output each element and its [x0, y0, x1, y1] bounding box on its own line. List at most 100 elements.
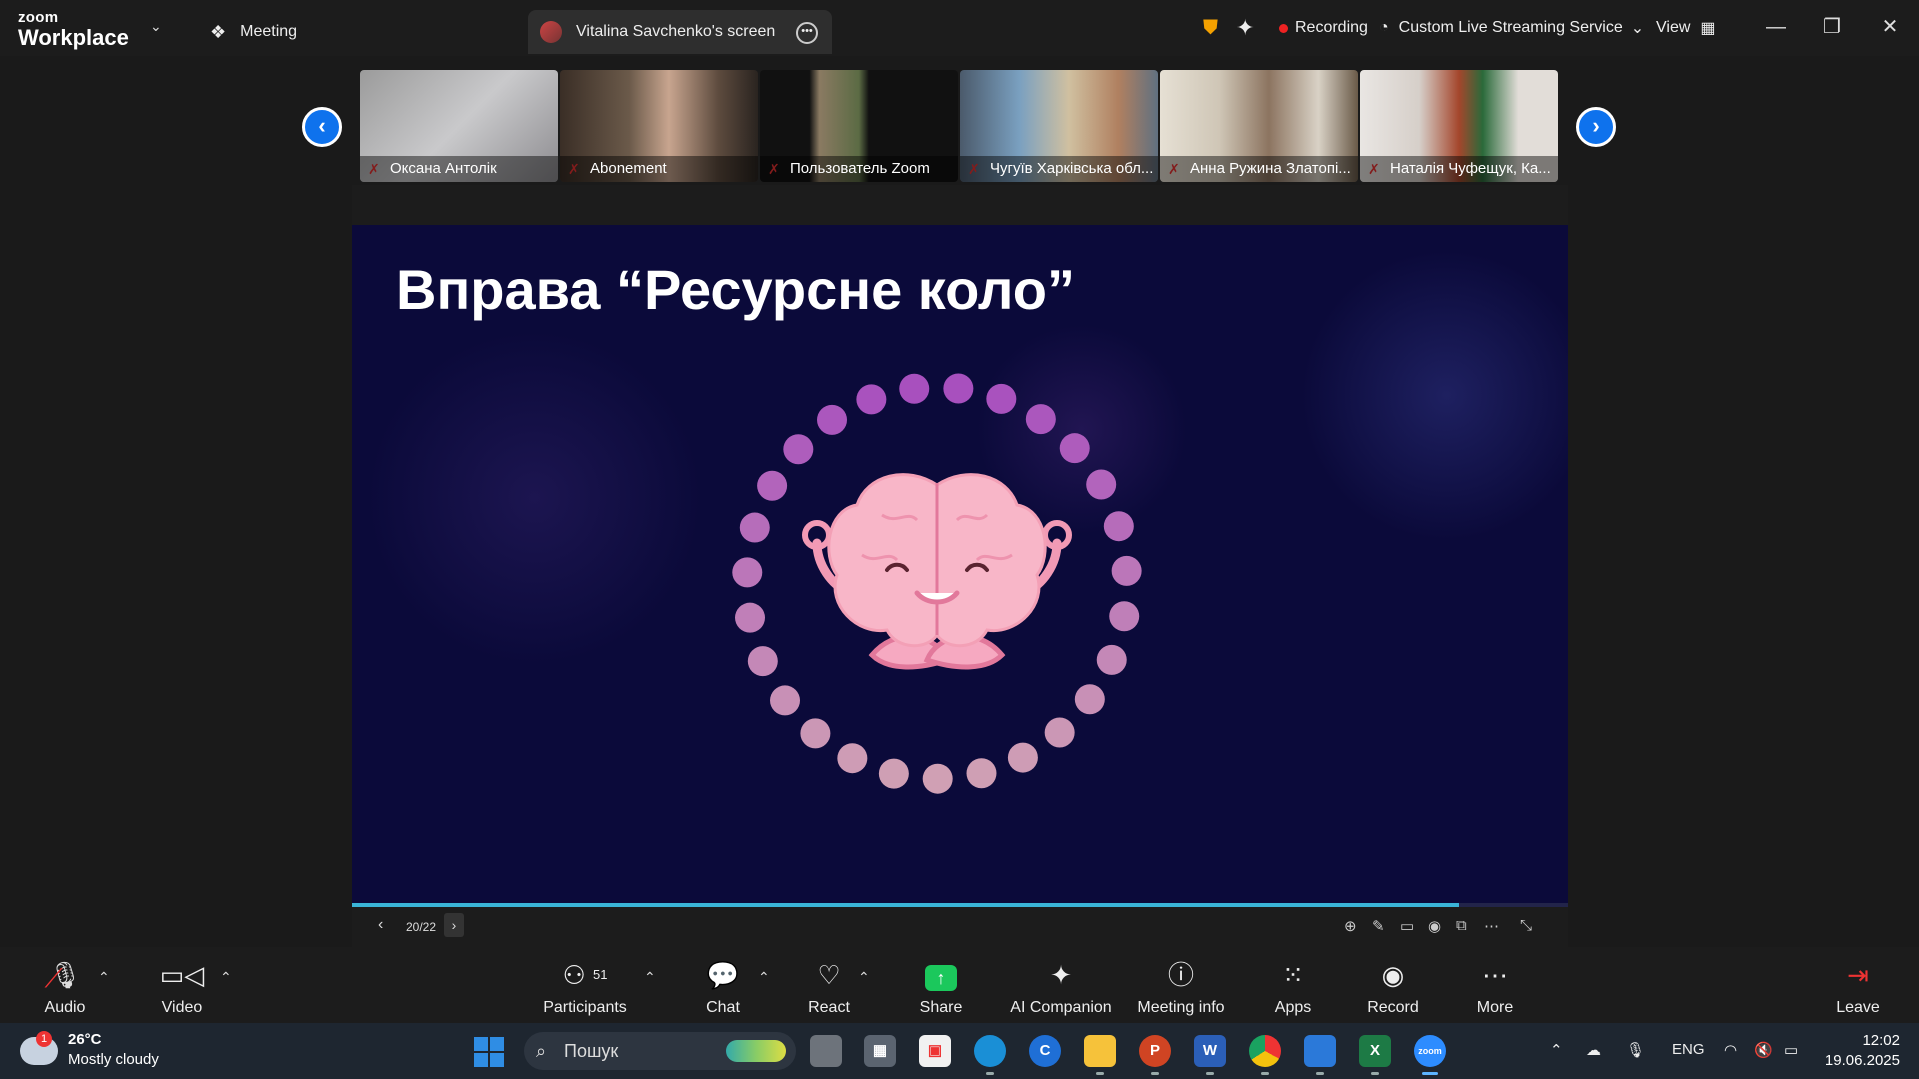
edge-icon[interactable] [974, 1035, 1006, 1075]
view-button[interactable]: View ▦ [1656, 14, 1716, 42]
leave-button[interactable]: ⇥ Leave [1803, 957, 1913, 1017]
battery-icon[interactable]: ▭ [1784, 1041, 1798, 1059]
more-icon[interactable]: ••• [796, 22, 818, 44]
recording-indicator[interactable]: Recording [1279, 14, 1368, 42]
logo-line2: Workplace [18, 25, 129, 50]
record-icon: ◉ [1381, 960, 1405, 990]
prev-slide-button[interactable]: ‹ [378, 916, 383, 934]
participant-name: Пользователь Zoom [760, 156, 958, 182]
participants-count: 51 [593, 967, 608, 982]
ai-sparkle-icon[interactable]: ✦ [1236, 14, 1254, 42]
participant-name: Оксана Антолік [360, 156, 558, 182]
captions-icon[interactable]: ▭ [1400, 917, 1414, 935]
exit-fullscreen-icon[interactable]: ⤡ [1520, 917, 1532, 934]
ai-companion-button[interactable]: ✦ AI Companion [1006, 957, 1116, 1017]
chrome-icon[interactable] [1249, 1035, 1281, 1075]
react-label: React [808, 999, 850, 1016]
zoom-logo[interactable]: zoom Workplace [18, 10, 129, 49]
live-stream-indicator[interactable]: ◔ Custom Live Streaming Service ⌄ [1379, 14, 1644, 42]
taskbar-search[interactable]: ⌕ Пошук [524, 1032, 796, 1070]
presentation-slide: Вправа “Ресурсне коло” [352, 225, 1568, 907]
circle-dot [739, 512, 770, 543]
tab-screen-label: Vitalina Savchenko's screen [576, 23, 776, 40]
word-icon[interactable]: W [1194, 1035, 1226, 1075]
slide-page-indicator: 20/22 [406, 920, 437, 934]
annotate-icon[interactable]: ✎ [1372, 917, 1385, 935]
meeting-info-button[interactable]: ⓘ Meeting info [1126, 957, 1236, 1017]
skype-icon[interactable]: C [1029, 1035, 1061, 1067]
video-options-chevron[interactable]: ⌃ [220, 969, 232, 986]
tab-meeting[interactable]: ❖ Meeting [210, 10, 297, 54]
next-gallery-button[interactable]: › [1576, 107, 1616, 147]
audio-button[interactable]: 🎙 ⟋ Audio [10, 957, 120, 1017]
powerpoint-icon[interactable]: P [1139, 1035, 1171, 1075]
apps-button[interactable]: ⁙ Apps [1238, 957, 1348, 1017]
apps-label: Apps [1274, 999, 1312, 1016]
leave-label: Leave [1836, 999, 1880, 1016]
audio-share-icon[interactable]: ◉ [1428, 917, 1441, 935]
share-button[interactable]: ↑ Share [886, 957, 996, 1017]
chevron-up-icon[interactable]: ⌃ [1550, 1041, 1563, 1059]
onedrive-icon[interactable]: ☁ [1586, 1041, 1601, 1059]
react-options-chevron[interactable]: ⌃ [858, 969, 870, 986]
language-indicator[interactable]: ENG [1672, 1041, 1705, 1058]
restore-button[interactable]: ❐ [1812, 12, 1852, 42]
avatar [540, 21, 562, 43]
zoom-in-icon[interactable]: ⊕ [1344, 917, 1357, 935]
participant-video[interactable]: ✗ Наталія Чуфещук, Ка... [1360, 70, 1558, 182]
prev-gallery-button[interactable]: ‹ [302, 107, 342, 147]
participant-video[interactable]: ✗ Чугуїв Харківська обл... [960, 70, 1158, 182]
pop-out-icon[interactable]: ⧉ [1456, 917, 1467, 934]
apps-icon: ⁙ [1282, 960, 1304, 990]
more-button[interactable]: ⋯ More [1440, 957, 1550, 1017]
circle-dot [747, 646, 778, 677]
windows-taskbar: 1 26°C Mostly cloudy ⌕ Пошук ▦ ▣ C P W X… [0, 1023, 1919, 1079]
participants-options-chevron[interactable]: ⌃ [644, 969, 656, 986]
participant-video[interactable]: ✗ Оксана Антолік [360, 70, 558, 182]
participant-video[interactable]: ✗ Abonement [560, 70, 758, 182]
search-icon: ⌕ [536, 1041, 547, 1061]
next-slide-button[interactable]: › [444, 913, 464, 937]
circle-dot [1044, 717, 1075, 748]
file-explorer-icon[interactable] [1084, 1035, 1116, 1075]
temperature: 26°C [68, 1031, 102, 1048]
photos-icon[interactable] [1304, 1035, 1336, 1075]
wifi-icon[interactable]: ◠ [1724, 1041, 1737, 1059]
minimize-button[interactable]: — [1756, 12, 1796, 42]
audio-label: Audio [44, 999, 86, 1016]
circle-dot [966, 758, 997, 789]
task-view-icon[interactable] [810, 1035, 842, 1067]
tab-shared-screen[interactable]: Vitalina Savchenko's screen ••• [528, 10, 832, 54]
circle-dot [837, 743, 868, 774]
more-icon[interactable]: ⋯ [1484, 917, 1499, 935]
start-button[interactable] [474, 1037, 504, 1067]
weather-widget[interactable]: 1 26°C Mostly cloudy [20, 1031, 159, 1068]
shield-icon[interactable]: ⛊ [1203, 14, 1218, 42]
speaker-muted-icon[interactable]: 🔇 [1754, 1041, 1773, 1059]
zoom-window: zoom Workplace ⌄ ❖ Meeting Vitalina Savc… [0, 0, 1919, 1079]
video-button[interactable]: ▭◁ Video [127, 957, 237, 1017]
chat-options-chevron[interactable]: ⌃ [758, 969, 770, 986]
react-button[interactable]: ♡ React [774, 957, 884, 1017]
record-button[interactable]: ◉ Record [1338, 957, 1448, 1017]
system-clock[interactable]: 12:02 19.06.2025 [1820, 1031, 1900, 1071]
audio-options-chevron[interactable]: ⌃ [98, 969, 110, 986]
participant-video[interactable]: ✗ Анна Ружина Златопі... [1160, 70, 1358, 182]
store-icon[interactable]: ▣ [919, 1035, 951, 1067]
circle-dot [783, 434, 814, 465]
chat-button[interactable]: 💬 Chat [668, 957, 778, 1017]
mic-tray-icon[interactable]: 🎙 [1626, 1041, 1645, 1059]
excel-icon[interactable]: X [1359, 1035, 1391, 1075]
share-icon: ↑ [886, 957, 996, 993]
participant-video[interactable]: ✗ Пользователь Zoom [760, 70, 958, 182]
chevron-down-icon[interactable]: ⌄ [150, 18, 162, 35]
circle-dot [1074, 684, 1105, 715]
calculator-icon[interactable]: ▦ [864, 1035, 896, 1067]
paw-icon: ❖ [210, 21, 227, 42]
participant-name: Abonement [560, 156, 758, 182]
zoom-taskbar-icon[interactable]: zoom [1414, 1035, 1446, 1075]
participants-button[interactable]: ⚇ 51 Participants [530, 957, 640, 1017]
participants-icon: ⚇ 51 [562, 960, 608, 990]
cloud-icon: 1 [20, 1031, 58, 1065]
close-button[interactable]: ✕ [1870, 12, 1910, 42]
